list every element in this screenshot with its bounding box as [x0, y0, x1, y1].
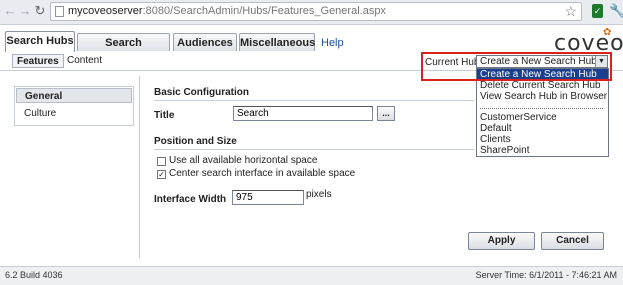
tab-search-hubs[interactable]: Search Hubs	[5, 31, 75, 52]
page-icon	[55, 6, 64, 17]
current-hub-label: Current Hub:	[425, 57, 483, 68]
chevron-down-icon[interactable]: ▼	[595, 56, 607, 67]
bookmark-star-icon[interactable]: ☆	[564, 3, 577, 20]
logo-swirl-icon: ✿	[603, 27, 612, 38]
dropdown-option[interactable]: Create a New Search Hub	[477, 69, 608, 80]
tab-search-interfaces[interactable]: Search Interfaces	[77, 33, 170, 67]
section-divider	[154, 149, 474, 150]
forward-icon[interactable]: →	[18, 3, 32, 19]
position-size-heading: Position and Size	[154, 136, 237, 147]
title-browse-button[interactable]: ...	[377, 106, 395, 121]
basic-config-heading: Basic Configuration	[154, 87, 250, 98]
center-interface-label: Center search interface in available spa…	[169, 168, 356, 179]
title-input[interactable]	[233, 106, 373, 121]
interface-width-input[interactable]	[232, 190, 304, 205]
address-path: :8080/SearchAdmin/Hubs/Features_General.…	[142, 5, 386, 17]
help-link[interactable]: Help	[321, 37, 344, 49]
dropdown-separator	[480, 108, 603, 109]
vertical-divider	[139, 76, 140, 258]
horizontal-space-checkbox[interactable]	[157, 157, 166, 166]
dropdown-option[interactable]: SharePoint	[477, 145, 608, 156]
cancel-button[interactable]: Cancel	[541, 232, 604, 250]
sidebar-item-general[interactable]: General	[16, 88, 132, 103]
version-text: 6.2 Build 4036	[5, 270, 63, 280]
center-interface-checkbox[interactable]: ✓	[157, 170, 166, 179]
apply-button[interactable]: Apply	[468, 232, 535, 250]
dropdown-option[interactable]: CustomerService	[477, 112, 608, 123]
back-icon[interactable]: ←	[3, 3, 17, 19]
current-hub-select[interactable]: Create a New Search Hub ▼	[476, 55, 608, 68]
address-bar[interactable]: mycoveoserver:8080/SearchAdmin/Hubs/Feat…	[50, 2, 582, 21]
interface-width-label: Interface Width	[154, 194, 227, 205]
section-divider	[154, 100, 474, 101]
address-text: mycoveoserver:8080/SearchAdmin/Hubs/Feat…	[68, 5, 386, 17]
interface-width-unit: pixels	[306, 189, 332, 200]
current-hub-dropdown: Create a New Search Hub Delete Current S…	[476, 68, 609, 157]
horizontal-space-label: Use all available horizontal space	[169, 155, 318, 166]
address-host: mycoveoserver	[68, 5, 143, 17]
tab-miscellaneous[interactable]: Miscellaneous	[239, 33, 315, 51]
subtab-content[interactable]: Content	[63, 54, 106, 68]
wrench-icon[interactable]: 🔧	[609, 3, 623, 19]
current-hub-value: Create a New Search Hub	[480, 56, 597, 67]
dropdown-option[interactable]: View Search Hub in Browser	[477, 91, 608, 102]
subtab-features[interactable]: Features	[12, 54, 64, 68]
tab-audiences[interactable]: Audiences	[173, 33, 237, 51]
sidebar-item-culture[interactable]: Culture	[16, 106, 132, 121]
dropdown-option[interactable]: Delete Current Search Hub	[477, 80, 608, 91]
reload-icon[interactable]: ↻	[33, 3, 47, 19]
server-time-text: Server Time: 6/1/2011 - 7:46:21 AM	[475, 270, 617, 280]
dropdown-option[interactable]: Clients	[477, 134, 608, 145]
extension-icon[interactable]: ✓	[592, 4, 603, 18]
title-label: Title	[154, 110, 175, 121]
dropdown-option[interactable]: Default	[477, 123, 608, 134]
